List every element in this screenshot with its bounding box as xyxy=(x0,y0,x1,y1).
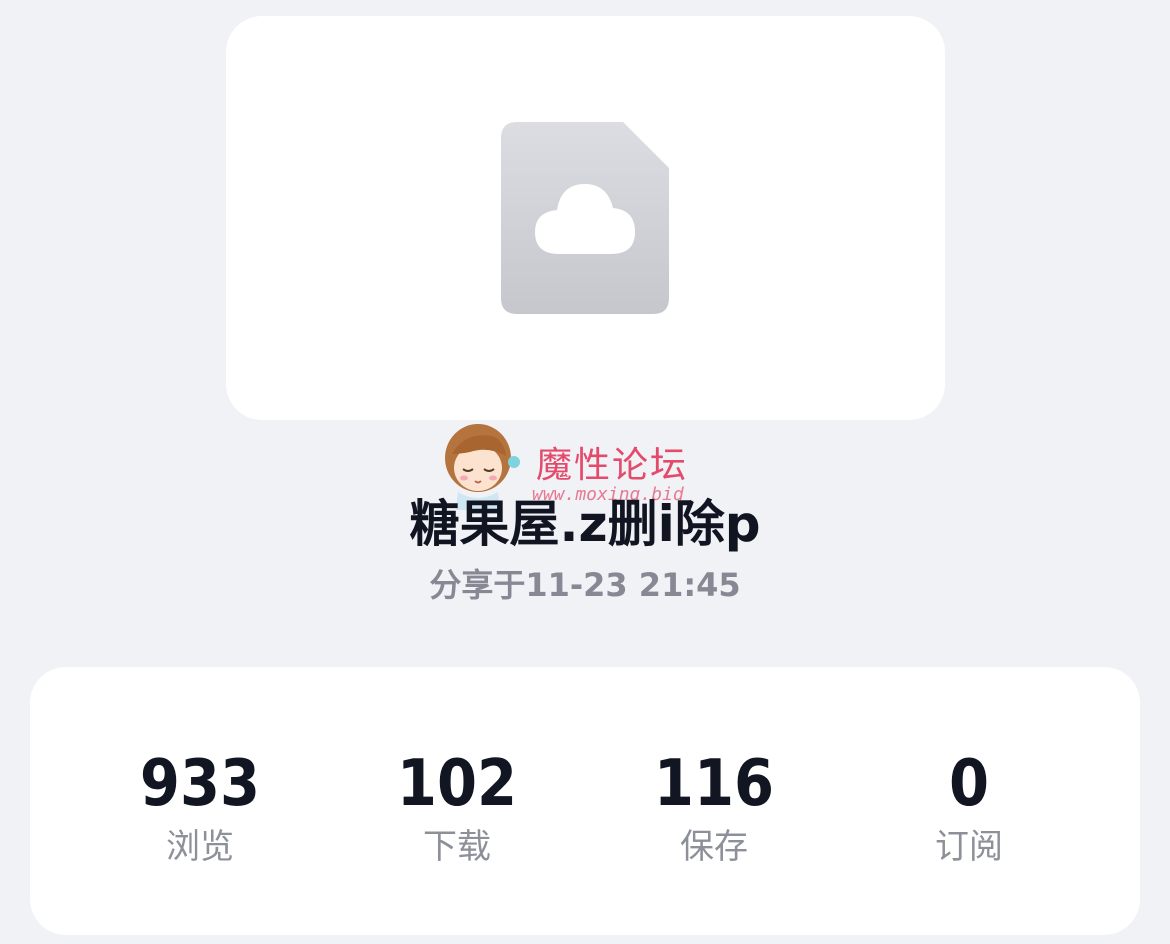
file-name: 糖果屋.z删i除p xyxy=(409,495,761,553)
stat-subscriptions-value: 0 xyxy=(948,747,990,821)
stat-subscriptions: 0 订阅 xyxy=(859,747,1079,867)
stat-saves-label: 保存 xyxy=(680,827,748,867)
stat-views-value: 933 xyxy=(139,747,261,821)
stat-saves-value: 116 xyxy=(653,747,775,821)
stat-downloads: 102 下载 xyxy=(347,747,567,867)
file-preview-card[interactable] xyxy=(226,16,945,420)
stat-subscriptions-label: 订阅 xyxy=(935,827,1003,867)
stat-downloads-value: 102 xyxy=(396,747,518,821)
stat-saves: 116 保存 xyxy=(604,747,824,867)
watermark-title: 魔性论坛 xyxy=(536,445,689,486)
share-time: 分享于11-23 21:45 xyxy=(429,566,741,604)
stat-views-label: 浏览 xyxy=(166,827,234,867)
stat-downloads-label: 下载 xyxy=(423,827,491,867)
stat-views: 933 浏览 xyxy=(90,747,310,867)
cloud-file-icon xyxy=(501,122,669,314)
stats-card: 933 浏览 102 下载 116 保存 0 订阅 xyxy=(30,667,1140,935)
